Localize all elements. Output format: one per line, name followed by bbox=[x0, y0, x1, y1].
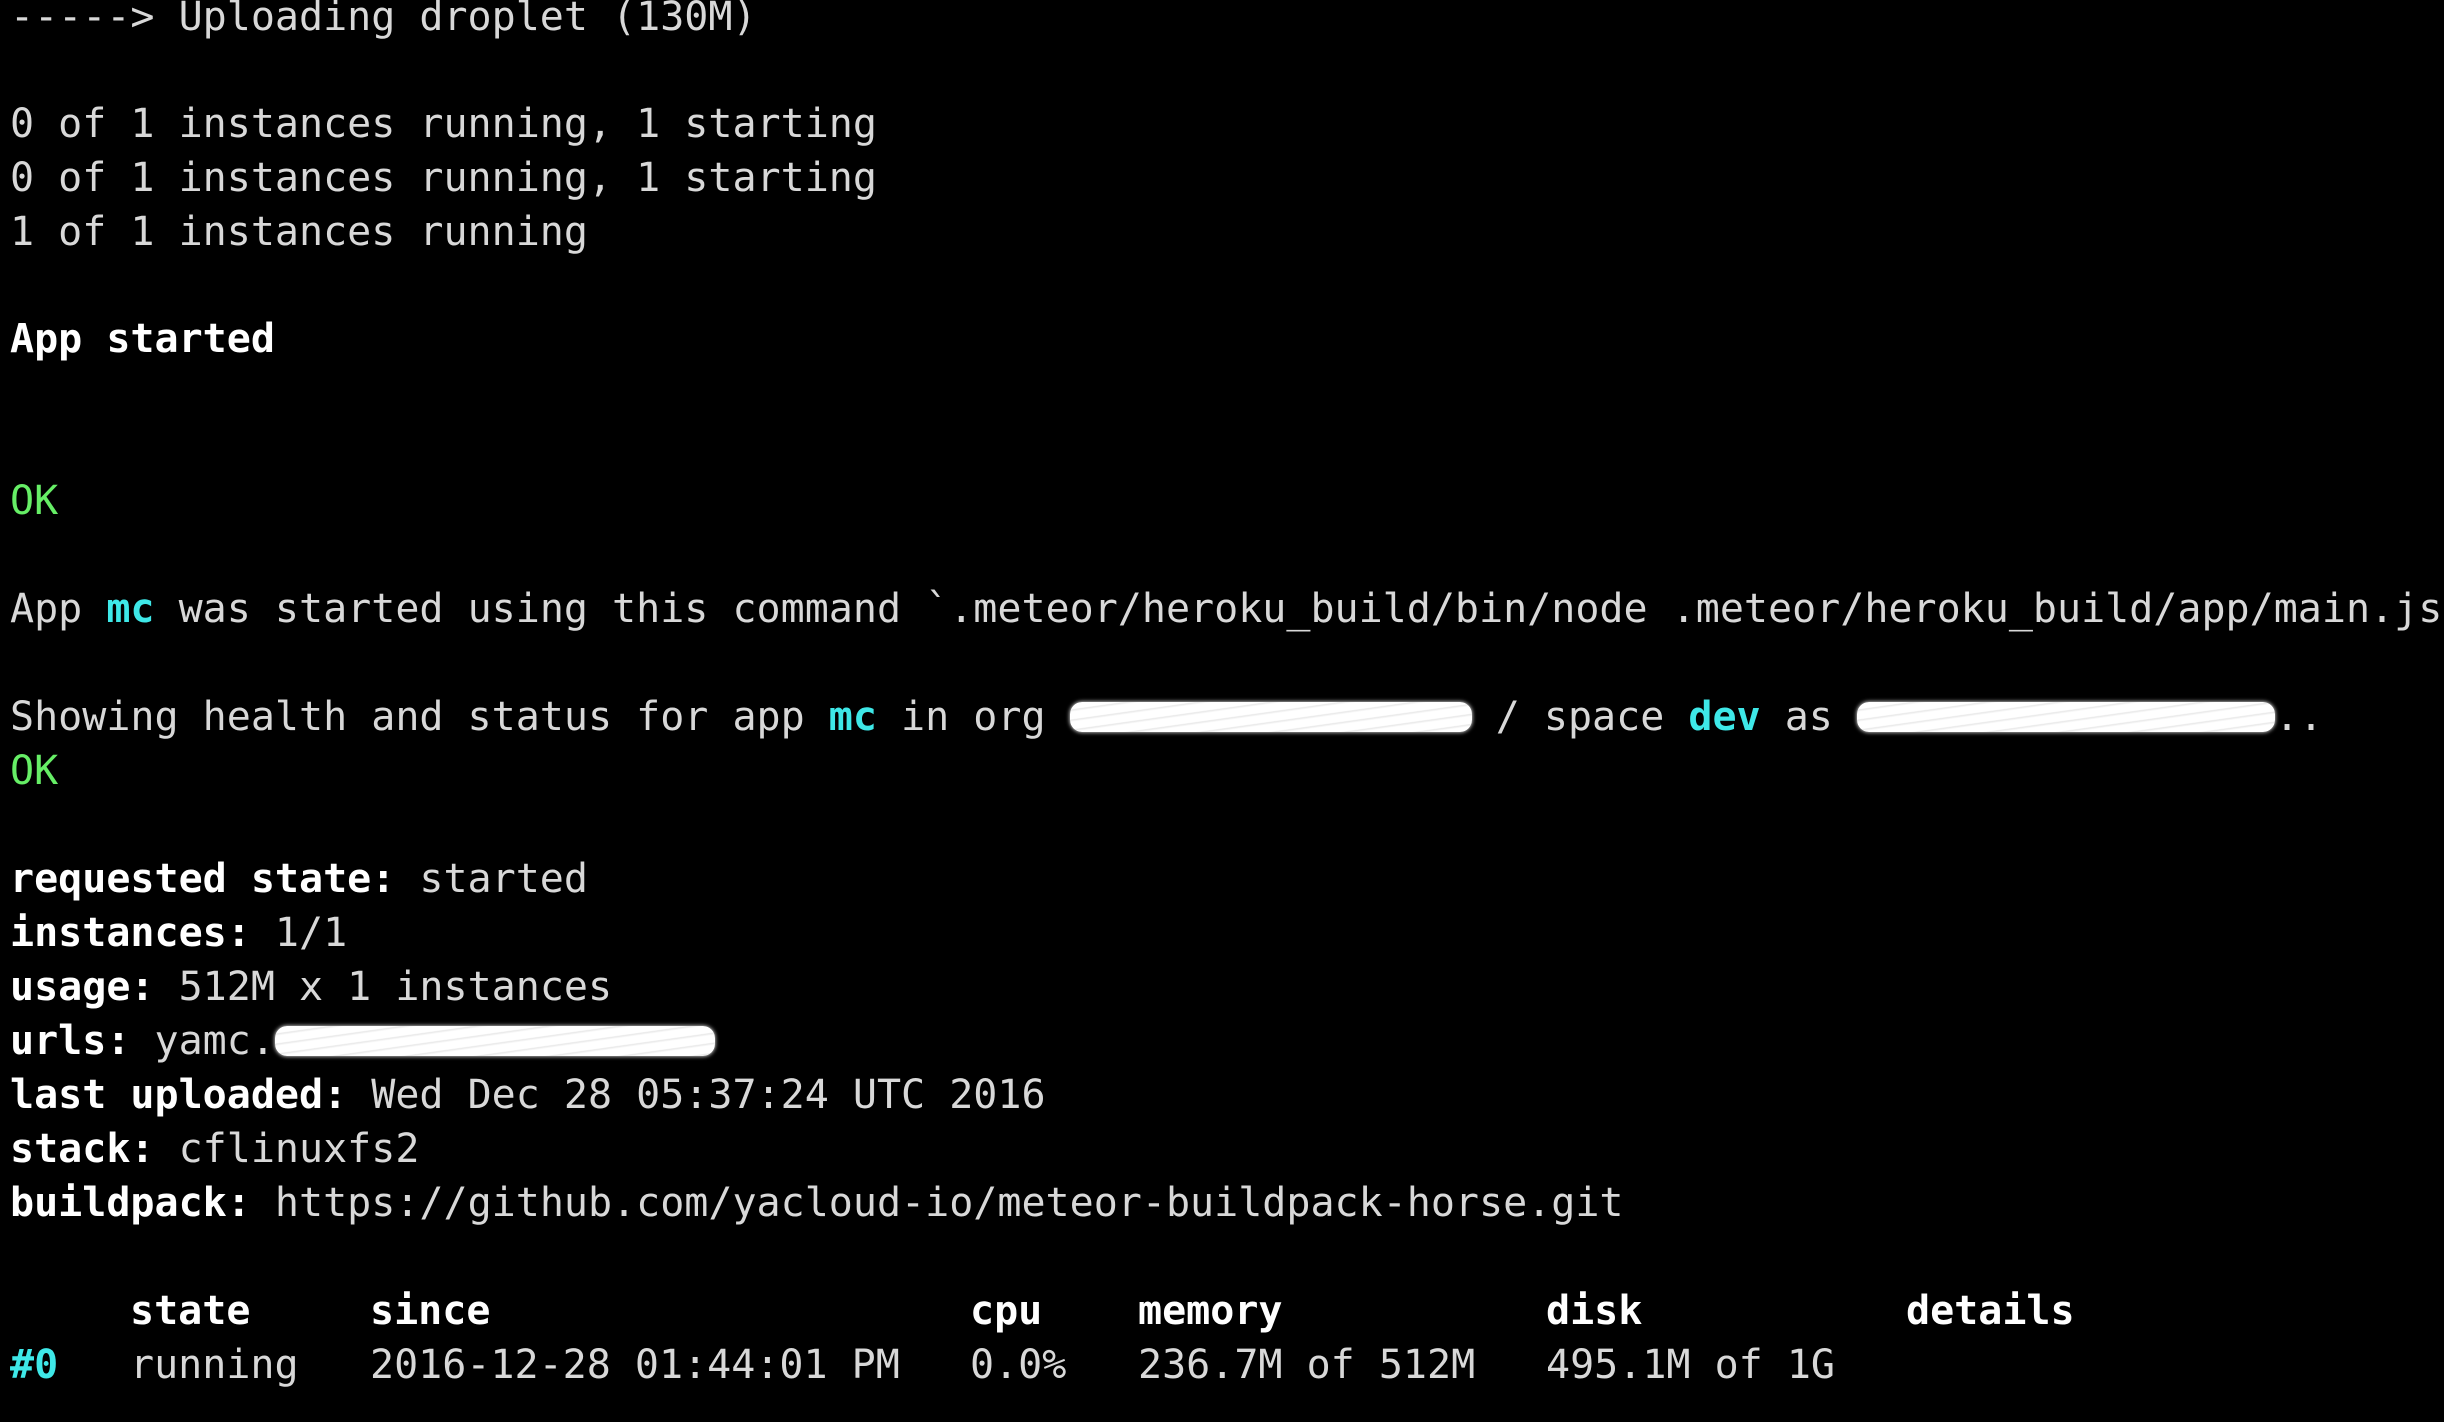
header-details: details bbox=[1906, 1288, 2075, 1334]
show-app-name: mc bbox=[828, 694, 877, 740]
detail-buildpack: buildpack: https://github.com/yacloud-io… bbox=[10, 1176, 1624, 1230]
show-in-org: in org bbox=[876, 694, 1070, 740]
urls-value: yamc. bbox=[130, 1018, 275, 1064]
log-command-line: App mc was started using this command `.… bbox=[10, 582, 2442, 636]
redacted-url bbox=[274, 1026, 715, 1056]
stack-value: cflinuxfs2 bbox=[154, 1126, 420, 1172]
row-cpu: 0.0% bbox=[970, 1342, 1067, 1388]
show-space: / space bbox=[1471, 694, 1689, 740]
detail-urls: urls: yamc. bbox=[10, 1014, 715, 1068]
detail-instances: instances: 1/1 bbox=[10, 906, 347, 960]
row-memory: 236.7M of 512M bbox=[1138, 1342, 1476, 1388]
header-state: state bbox=[130, 1288, 251, 1334]
row-since: 2016-12-28 01:44:01 PM bbox=[370, 1342, 900, 1388]
last-uploaded-value: Wed Dec 28 05:37:24 UTC 2016 bbox=[347, 1072, 1046, 1118]
redacted-user bbox=[1856, 702, 2275, 732]
header-cpu: cpu bbox=[970, 1288, 1043, 1334]
instances-value: 1/1 bbox=[250, 910, 348, 956]
detail-last-uploaded: last uploaded: Wed Dec 28 05:37:24 UTC 2… bbox=[10, 1068, 1046, 1122]
log-showing-line: Showing health and status for app mc in … bbox=[10, 690, 2323, 744]
show-dots: .. bbox=[2274, 694, 2324, 740]
requested-state-label: requested state: bbox=[10, 856, 396, 902]
redacted-org bbox=[1069, 702, 1472, 732]
buildpack-value: https://github.com/yacloud-io/meteor-bui… bbox=[250, 1180, 1624, 1226]
show-space-name: dev bbox=[1688, 694, 1761, 740]
usage-value: 512M x 1 instances bbox=[154, 964, 613, 1010]
row-disk: 495.1M of 1G bbox=[1546, 1342, 1835, 1388]
cmd-suffix: was started using this command `.meteor/… bbox=[154, 586, 2443, 632]
usage-label: usage: bbox=[10, 964, 155, 1010]
cmd-prefix: App bbox=[10, 586, 107, 632]
requested-state-value: started bbox=[395, 856, 588, 902]
log-status-3: 1 of 1 instances running bbox=[10, 209, 588, 255]
log-ok-1: OK bbox=[10, 478, 59, 524]
log-status-2: 0 of 1 instances running, 1 starting bbox=[10, 155, 877, 201]
row-state: running bbox=[130, 1342, 299, 1388]
cmd-app-name: mc bbox=[106, 586, 155, 632]
log-ok-2: OK bbox=[10, 748, 59, 794]
header-disk: disk bbox=[1546, 1288, 1643, 1334]
header-since: since bbox=[370, 1288, 491, 1334]
show-as: as bbox=[1760, 694, 1857, 740]
stack-label: stack: bbox=[10, 1126, 155, 1172]
terminal-window[interactable]: -----> Uploading droplet (130M) 0 of 1 i… bbox=[0, 0, 2444, 1422]
urls-label: urls: bbox=[10, 1018, 131, 1064]
detail-requested-state: requested state: started bbox=[10, 852, 588, 906]
log-uploading: -----> Uploading droplet (130M) bbox=[10, 0, 757, 40]
show-prefix: Showing health and status for app bbox=[10, 694, 829, 740]
instances-label: instances: bbox=[10, 910, 251, 956]
buildpack-label: buildpack: bbox=[10, 1180, 251, 1226]
log-status-1: 0 of 1 instances running, 1 starting bbox=[10, 101, 877, 147]
log-app-started: App started bbox=[10, 316, 275, 362]
row-index: #0 bbox=[10, 1342, 59, 1388]
last-uploaded-label: last uploaded: bbox=[10, 1072, 348, 1118]
header-memory: memory bbox=[1138, 1288, 1283, 1334]
detail-stack: stack: cflinuxfs2 bbox=[10, 1122, 419, 1176]
detail-usage: usage: 512M x 1 instances bbox=[10, 960, 612, 1014]
